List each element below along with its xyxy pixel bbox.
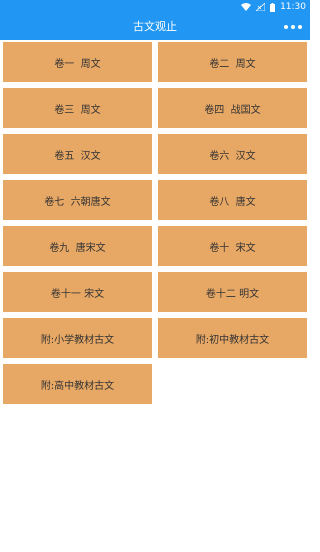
volume-tile-10[interactable]: 卷十 宋文 [158, 226, 307, 266]
volume-tile-5[interactable]: 卷五 汉文 [3, 134, 152, 174]
volume-tile-8[interactable]: 卷八 唐文 [158, 180, 307, 220]
status-icons: 11:30 [241, 1, 306, 13]
status-bar: 11:30 [0, 0, 310, 14]
volume-tile-4[interactable]: 卷四 战国文 [158, 88, 307, 128]
battery-icon [270, 2, 276, 12]
wifi-icon [241, 3, 252, 11]
appendix-primary-school-tile[interactable]: 附:小学教材古文 [3, 318, 152, 358]
volume-tile-3[interactable]: 卷三 周文 [3, 88, 152, 128]
appendix-middle-school-tile[interactable]: 附:初中教材古文 [158, 318, 307, 358]
volume-tile-9[interactable]: 卷九 唐宋文 [3, 226, 152, 266]
status-time: 11:30 [280, 2, 306, 12]
app-bar: 古文观止 [0, 14, 310, 40]
appendix-high-school-tile[interactable]: 附:高中教材古文 [3, 364, 152, 404]
more-options-button[interactable] [284, 22, 302, 32]
volume-grid: 卷一 周文 卷二 周文 卷三 周文 卷四 战国文 卷五 汉文 卷六 汉文 卷七 … [3, 42, 307, 404]
volume-tile-1[interactable]: 卷一 周文 [3, 42, 152, 82]
volume-tile-11[interactable]: 卷十一 宋文 [3, 272, 152, 312]
volume-tile-7[interactable]: 卷七 六朝唐文 [3, 180, 152, 220]
app-title: 古文观止 [133, 20, 177, 33]
volume-tile-6[interactable]: 卷六 汉文 [158, 134, 307, 174]
more-dot-2 [291, 25, 295, 29]
volume-tile-2[interactable]: 卷二 周文 [158, 42, 307, 82]
volume-tile-12[interactable]: 卷十二 明文 [158, 272, 307, 312]
more-dots-icon [284, 25, 288, 29]
more-dot-3 [298, 25, 302, 29]
no-signal-icon [256, 3, 266, 11]
